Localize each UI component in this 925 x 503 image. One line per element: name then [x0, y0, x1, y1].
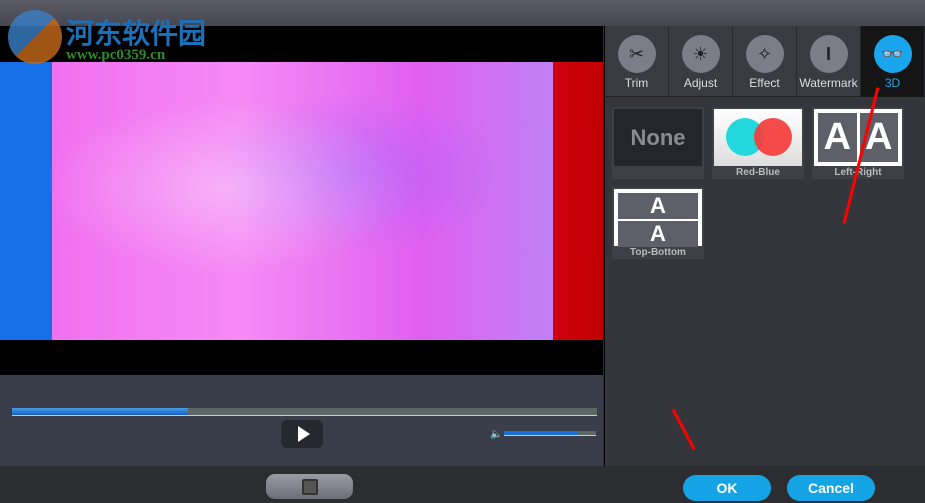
option-label: Top-Bottom — [630, 247, 686, 258]
play-icon — [297, 426, 310, 442]
tab-label: Watermark — [799, 76, 858, 90]
red-blue-thumb — [714, 109, 802, 166]
option-label: Red-Blue — [736, 167, 780, 178]
scissors-icon: ✂ — [617, 35, 656, 73]
option-top-bottom[interactable]: A A Top-Bottom — [612, 187, 704, 259]
cancel-button[interactable]: Cancel — [787, 475, 875, 501]
video-preview — [0, 26, 603, 375]
progress-fill — [12, 408, 188, 415]
watermark-name: 河东软件园 — [66, 17, 207, 50]
magic-wand-icon: ✧ — [745, 35, 784, 73]
tab-label: Trim — [624, 76, 649, 90]
tab-label: Adjust — [683, 76, 718, 90]
watermark-logo-icon — [8, 10, 62, 64]
camera-icon — [301, 478, 318, 495]
player-controls: 🔈 — [0, 375, 603, 466]
option-none[interactable]: None — [612, 107, 704, 179]
watermark-icon: I — [809, 35, 848, 73]
thumb-letter: A — [618, 221, 698, 247]
option-red-blue[interactable]: Red-Blue — [712, 107, 804, 179]
top-bottom-thumb: A A — [614, 189, 702, 247]
3d-glasses-icon: 👓 — [873, 35, 912, 73]
thumb-letter: A — [818, 113, 857, 162]
snapshot-button[interactable] — [266, 474, 353, 499]
tab-effect[interactable]: ✧ Effect — [733, 26, 797, 97]
tab-adjust[interactable]: ☀ Adjust — [669, 26, 733, 97]
volume-slider[interactable] — [504, 431, 596, 436]
tab-trim[interactable]: ✂ Trim — [605, 26, 669, 97]
progress-slider[interactable] — [12, 408, 597, 416]
thumb-letter: A — [618, 193, 698, 219]
tab-bar: ✂ Trim ☀ Adjust ✧ Effect I Watermark 👓 3D — [605, 26, 925, 97]
volume-icon[interactable]: 🔈 — [490, 429, 502, 440]
none-thumb: None — [614, 109, 702, 166]
tab-label: 3D — [884, 76, 901, 90]
brightness-icon: ☀ — [681, 35, 720, 73]
tab-watermark[interactable]: I Watermark — [797, 26, 861, 97]
ok-button[interactable]: OK — [683, 475, 771, 501]
tab-label: Effect — [749, 76, 780, 90]
volume-fill — [504, 431, 578, 435]
watermark-url: www.pc0359.cn — [66, 47, 166, 63]
play-button[interactable] — [281, 420, 323, 448]
tab-3d[interactable]: 👓 3D — [861, 26, 925, 97]
video-frame — [0, 62, 603, 340]
